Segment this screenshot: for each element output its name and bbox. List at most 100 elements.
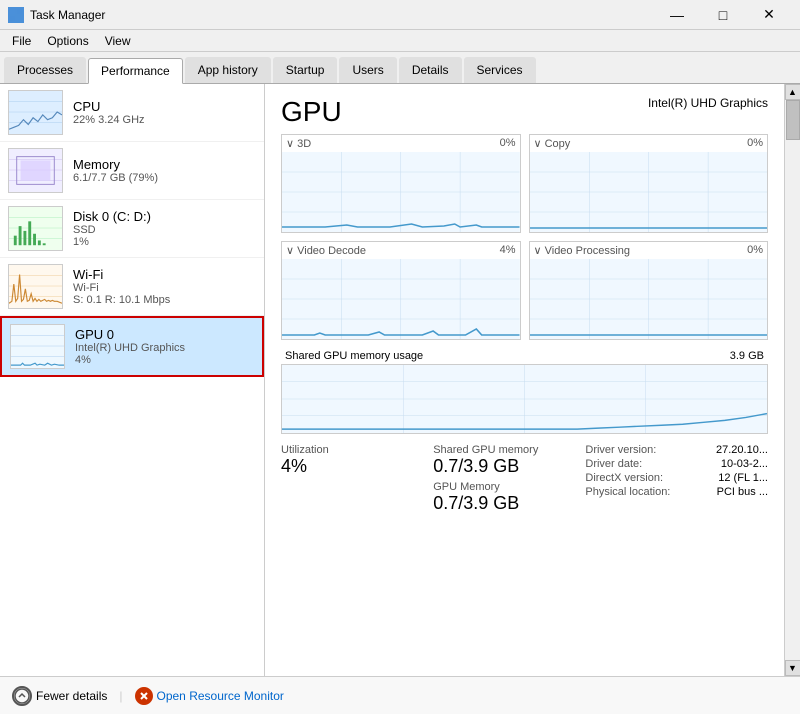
menu-file[interactable]: File — [4, 32, 39, 50]
gpu-title: GPU 0 — [75, 327, 254, 342]
stat-gpu-mem-value: 0.7/3.9 GB — [433, 493, 585, 514]
minimize-button[interactable]: — — [654, 0, 700, 30]
cpu-thumbnail — [8, 90, 63, 135]
tab-performance[interactable]: Performance — [88, 58, 183, 84]
chart-3d: 3D 0% — [281, 134, 521, 233]
chart-video-processing-area — [530, 259, 768, 339]
chart-copy-value: 0% — [747, 137, 763, 150]
stat-driver-version-row: Driver version: 27.20.10... — [585, 444, 768, 456]
stat-directx-label: DirectX version: — [585, 472, 663, 484]
memory-title: Memory — [73, 157, 256, 172]
title-bar-controls: — □ ✕ — [654, 0, 792, 30]
sidebar-item-disk[interactable]: Disk 0 (C: D:) SSD 1% — [0, 200, 264, 258]
scrollbar[interactable]: ▲ ▼ — [784, 84, 800, 676]
tab-services[interactable]: Services — [464, 57, 536, 83]
app-icon — [8, 7, 24, 23]
stat-driver-date-row: Driver date: 10-03-2... — [585, 458, 768, 470]
sidebar-item-gpu[interactable]: GPU 0 Intel(R) UHD Graphics 4% — [0, 316, 264, 377]
scrollbar-thumb[interactable] — [786, 100, 800, 140]
chart-video-decode-header: Video Decode 4% — [282, 242, 520, 259]
chart-video-processing-value: 0% — [747, 244, 763, 257]
scrollbar-track-area — [785, 100, 800, 660]
sidebar-item-cpu[interactable]: CPU 22% 3.24 GHz — [0, 84, 264, 142]
shared-memory-header: Shared GPU memory usage 3.9 GB — [281, 348, 768, 364]
tabs: Processes Performance App history Startu… — [0, 52, 800, 84]
tab-app-history[interactable]: App history — [185, 57, 271, 83]
wifi-info: Wi-Fi Wi-Fi S: 0.1 R: 10.1 Mbps — [73, 267, 256, 306]
title-bar-left: Task Manager — [8, 7, 105, 23]
chart-3d-label: 3D — [286, 137, 311, 150]
wifi-thumbnail — [8, 264, 63, 309]
stat-driver-date-value: 10-03-2... — [721, 458, 768, 470]
stat-driver-version-value: 27.20.10... — [716, 444, 768, 456]
stat-physical-location-value: PCI bus ... — [717, 486, 768, 498]
memory-info: Memory 6.1/7.7 GB (79%) — [73, 157, 256, 184]
cpu-info: CPU 22% 3.24 GHz — [73, 99, 256, 126]
shared-memory-section: Shared GPU memory usage 3.9 GB — [281, 348, 768, 434]
wifi-sub2: S: 0.1 R: 10.1 Mbps — [73, 294, 256, 306]
wifi-sub1: Wi-Fi — [73, 282, 256, 294]
gpu-info: GPU 0 Intel(R) UHD Graphics 4% — [75, 327, 254, 366]
tab-startup[interactable]: Startup — [273, 57, 338, 83]
stat-directx-row: DirectX version: 12 (FL 1... — [585, 472, 768, 484]
chart-video-processing-label: Video Processing — [534, 244, 631, 257]
stat-physical-location-label: Physical location: — [585, 486, 670, 498]
wifi-title: Wi-Fi — [73, 267, 256, 282]
bottom-bar: Fewer details | Open Resource Monitor — [0, 676, 800, 714]
disk-sub1: SSD — [73, 224, 256, 236]
chart-copy-area — [530, 152, 768, 232]
sidebar-item-wifi[interactable]: Wi-Fi Wi-Fi S: 0.1 R: 10.1 Mbps — [0, 258, 264, 316]
content-area: GPU Intel(R) UHD Graphics 3D 0% — [265, 84, 784, 676]
gpu-sub2: 4% — [75, 354, 254, 366]
tab-processes[interactable]: Processes — [4, 57, 86, 83]
chart-3d-value: 0% — [500, 137, 516, 150]
open-resource-monitor-button[interactable]: Open Resource Monitor — [135, 687, 284, 705]
stat-util-value: 4% — [281, 456, 433, 477]
tab-users[interactable]: Users — [339, 57, 396, 83]
gpu-sub1: Intel(R) UHD Graphics — [75, 342, 254, 354]
title-bar: Task Manager — □ ✕ — [0, 0, 800, 30]
scrollbar-up-button[interactable]: ▲ — [785, 84, 800, 100]
shared-memory-value: 3.9 GB — [730, 350, 764, 362]
cpu-sub: 22% 3.24 GHz — [73, 114, 256, 126]
monitor-icon — [135, 687, 153, 705]
stat-directx-value: 12 (FL 1... — [718, 472, 768, 484]
stat-driver-version-label: Driver version: — [585, 444, 656, 456]
maximize-button[interactable]: □ — [700, 0, 746, 30]
chart-3d-header: 3D 0% — [282, 135, 520, 152]
sidebar-item-memory[interactable]: Memory 6.1/7.7 GB (79%) — [0, 142, 264, 200]
stat-utilization: Utilization 4% — [281, 444, 433, 514]
stat-shared-label: Shared GPU memory — [433, 444, 585, 456]
tab-details[interactable]: Details — [399, 57, 462, 83]
chart-video-decode-label: Video Decode — [286, 244, 366, 257]
chart-video-processing-header: Video Processing 0% — [530, 242, 768, 259]
title-bar-title: Task Manager — [30, 8, 105, 22]
chart-copy: Copy 0% — [529, 134, 769, 233]
shared-memory-label: Shared GPU memory usage — [285, 350, 423, 362]
menu-bar: File Options View — [0, 30, 800, 52]
chart-video-decode-area — [282, 259, 520, 339]
stat-util-label: Utilization — [281, 444, 433, 456]
separator: | — [119, 689, 122, 703]
fewer-details-button[interactable]: Fewer details — [12, 686, 107, 706]
disk-thumbnail — [8, 206, 63, 251]
scrollbar-down-button[interactable]: ▼ — [785, 660, 800, 676]
menu-view[interactable]: View — [97, 32, 139, 50]
stat-shared-gpu: Shared GPU memory 0.7/3.9 GB GPU Memory … — [433, 444, 585, 514]
open-resource-monitor-label: Open Resource Monitor — [157, 689, 284, 703]
chart-3d-area — [282, 152, 520, 232]
fewer-details-label: Fewer details — [36, 689, 107, 703]
fewer-details-icon — [12, 686, 32, 706]
stat-shared-value: 0.7/3.9 GB — [433, 456, 585, 477]
content-title: GPU — [281, 96, 342, 128]
memory-thumbnail — [8, 148, 63, 193]
content-subtitle: Intel(R) UHD Graphics — [648, 96, 768, 110]
close-button[interactable]: ✕ — [746, 0, 792, 30]
stat-gpu-mem-label: GPU Memory — [433, 481, 585, 493]
disk-info: Disk 0 (C: D:) SSD 1% — [73, 209, 256, 248]
chart-copy-header: Copy 0% — [530, 135, 768, 152]
menu-options[interactable]: Options — [39, 32, 96, 50]
content-header: GPU Intel(R) UHD Graphics — [281, 96, 768, 128]
shared-memory-chart — [281, 364, 768, 434]
stat-driver-date-label: Driver date: — [585, 458, 642, 470]
